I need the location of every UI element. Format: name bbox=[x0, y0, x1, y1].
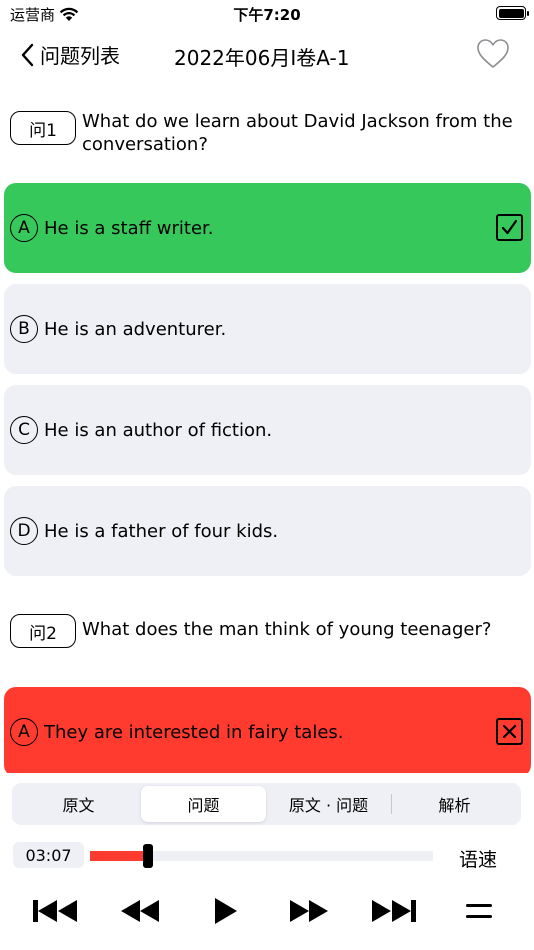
option-1d[interactable]: D He is a father of four kids. bbox=[4, 486, 531, 576]
page-title: 2022年06月I卷A-1 bbox=[174, 46, 350, 70]
option-text: He is an author of fiction. bbox=[44, 419, 273, 441]
play-icon bbox=[215, 898, 237, 924]
skip-to-start-icon bbox=[33, 900, 77, 922]
back-button[interactable]: 问题列表 bbox=[20, 40, 120, 69]
option-2a[interactable]: A They are interested in fairy tales. bbox=[4, 687, 531, 777]
battery-icon bbox=[496, 6, 529, 20]
option-text: He is an adventurer. bbox=[44, 318, 227, 340]
nav-bar: 问题列表 2022年06月I卷A-1 bbox=[0, 34, 534, 76]
skip-to-end-icon bbox=[372, 900, 416, 922]
player-panel: 原文 问题 原文 · 问题 解析 03:07 语速 bbox=[0, 773, 534, 950]
question-badge: 问1 bbox=[10, 111, 76, 145]
tab-original-text[interactable]: 原文 bbox=[16, 786, 141, 822]
checkbox-x-icon bbox=[496, 718, 523, 745]
play-button[interactable] bbox=[210, 893, 240, 929]
option-text: They are interested in fairy tales. bbox=[44, 721, 344, 743]
option-text: He is a staff writer. bbox=[44, 217, 214, 239]
fast-forward-button[interactable] bbox=[288, 893, 330, 929]
status-time: 下午7:20 bbox=[233, 6, 301, 24]
question-text: What does the man think of young teenage… bbox=[82, 619, 492, 640]
progress-slider[interactable] bbox=[90, 844, 433, 868]
tab-text-and-questions[interactable]: 原文 · 问题 bbox=[266, 786, 391, 822]
option-letter: C bbox=[10, 416, 38, 444]
heart-outline-icon bbox=[477, 39, 509, 68]
rewind-icon bbox=[121, 900, 159, 922]
checkbox-checked-icon bbox=[496, 214, 523, 241]
view-segmented-control: 原文 问题 原文 · 问题 解析 bbox=[12, 783, 521, 825]
rewind-button[interactable] bbox=[119, 893, 161, 929]
elapsed-time: 03:07 bbox=[13, 842, 84, 868]
question-2: 问2 What does the man think of young teen… bbox=[10, 614, 525, 648]
tab-explanation[interactable]: 解析 bbox=[392, 786, 517, 822]
progress-fill bbox=[90, 851, 145, 861]
speed-button[interactable]: 语速 bbox=[459, 845, 497, 872]
skip-to-start-button[interactable] bbox=[32, 893, 78, 929]
option-letter: A bbox=[10, 214, 38, 242]
option-1a[interactable]: A He is a staff writer. bbox=[4, 183, 531, 273]
option-1c[interactable]: C He is an author of fiction. bbox=[4, 385, 531, 475]
menu-button[interactable] bbox=[464, 893, 494, 929]
menu-icon bbox=[466, 904, 492, 918]
question-badge: 问2 bbox=[10, 614, 76, 648]
tab-questions[interactable]: 问题 bbox=[141, 786, 266, 822]
question-1: 问1 What do we learn about David Jackson … bbox=[10, 106, 525, 156]
option-letter: A bbox=[10, 718, 38, 746]
question-text: What do we learn about David Jackson fro… bbox=[82, 111, 513, 155]
skip-to-end-button[interactable] bbox=[371, 893, 417, 929]
chevron-left-icon bbox=[21, 43, 34, 66]
back-label: 问题列表 bbox=[40, 44, 120, 68]
progress-handle[interactable] bbox=[142, 844, 153, 868]
favorite-button[interactable] bbox=[476, 38, 510, 70]
playback-controls bbox=[0, 893, 534, 929]
option-letter: D bbox=[10, 517, 38, 545]
option-text: He is a father of four kids. bbox=[44, 520, 279, 542]
status-bar: 运营商 下午7:20 bbox=[0, 0, 534, 28]
option-1b[interactable]: B He is an adventurer. bbox=[4, 284, 531, 374]
option-letter: B bbox=[10, 315, 38, 343]
fast-forward-icon bbox=[290, 900, 328, 922]
